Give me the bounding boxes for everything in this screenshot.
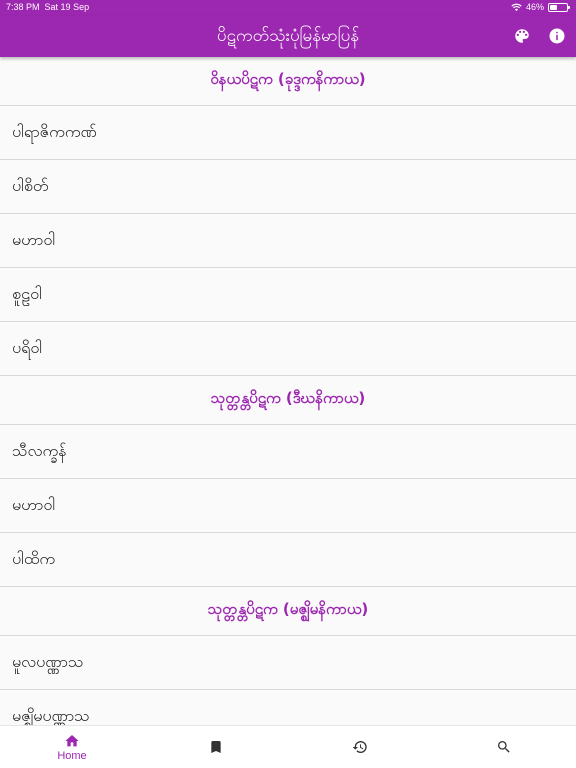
battery-level xyxy=(550,4,558,10)
battery-percent: 46% xyxy=(525,2,544,12)
nav-bookmarks[interactable] xyxy=(144,726,288,768)
list-item[interactable]: သီလက္ခန် xyxy=(0,425,576,479)
list-item[interactable]: မဟာဝါ xyxy=(0,214,576,268)
nav-history[interactable] xyxy=(288,726,432,768)
history-icon xyxy=(352,741,367,753)
nav-search[interactable] xyxy=(432,726,576,768)
section-header-digha: သုတ္တန္တပိဋက (ဒီဃနိကာယ) xyxy=(0,376,576,425)
list-item[interactable]: ပါစိတ် xyxy=(0,160,576,214)
nav-home-label: Home xyxy=(57,749,87,762)
nav-home[interactable]: Home xyxy=(0,726,144,768)
app-bar: ပိဋကတ်သုံးပုံမြန်မာပြန် xyxy=(0,16,576,57)
list-item[interactable]: ပါထိက xyxy=(0,533,576,587)
list-item[interactable]: စူဠဝါ xyxy=(0,268,576,322)
home-icon xyxy=(65,734,79,746)
palette-button[interactable] xyxy=(511,25,533,47)
list-item[interactable]: မူလပဏ္ဏာသ xyxy=(0,636,576,690)
section-header-majjhima: သုတ္တန္တပိဋက (မဇ္ဈိမနိကာယ) xyxy=(0,587,576,636)
wifi-icon xyxy=(511,3,522,11)
bottom-nav: Home xyxy=(0,725,576,768)
list-item[interactable]: ပါရာဇိကကဏ် xyxy=(0,106,576,160)
battery-icon xyxy=(548,2,570,12)
list-item[interactable]: မဇ္ဈိမပဏ္ဏာသ xyxy=(0,690,576,725)
list-item[interactable]: မဟာဝါ xyxy=(0,479,576,533)
status-indicators: 46% xyxy=(511,2,570,12)
info-icon xyxy=(549,28,565,44)
app-title: ပိဋကတ်သုံးပုံမြန်မာပြန် xyxy=(216,26,360,46)
palette-icon xyxy=(515,29,529,43)
section-header-vinaya: ဝိနယပိဋက (ခုဒ္ဒကနိကာယ) xyxy=(0,57,576,106)
battery-nub xyxy=(568,5,570,9)
pitaka-list[interactable]: ဝိနယပိဋက (ခုဒ္ဒကနိကာယ) ပါရာဇိကကဏ် ပါစိတ်… xyxy=(0,57,576,725)
list-item[interactable]: ပရိဝါ xyxy=(0,322,576,376)
info-button[interactable] xyxy=(546,25,568,47)
status-date: Sat 19 Sep xyxy=(44,2,90,12)
status-time: 7:38 PM xyxy=(6,2,40,12)
status-bar: 7:38 PM Sat 19 Sep 46% xyxy=(0,0,576,16)
search-icon xyxy=(498,741,510,753)
status-time-date: 7:38 PM Sat 19 Sep xyxy=(6,2,89,12)
bookmark-icon xyxy=(211,741,221,753)
